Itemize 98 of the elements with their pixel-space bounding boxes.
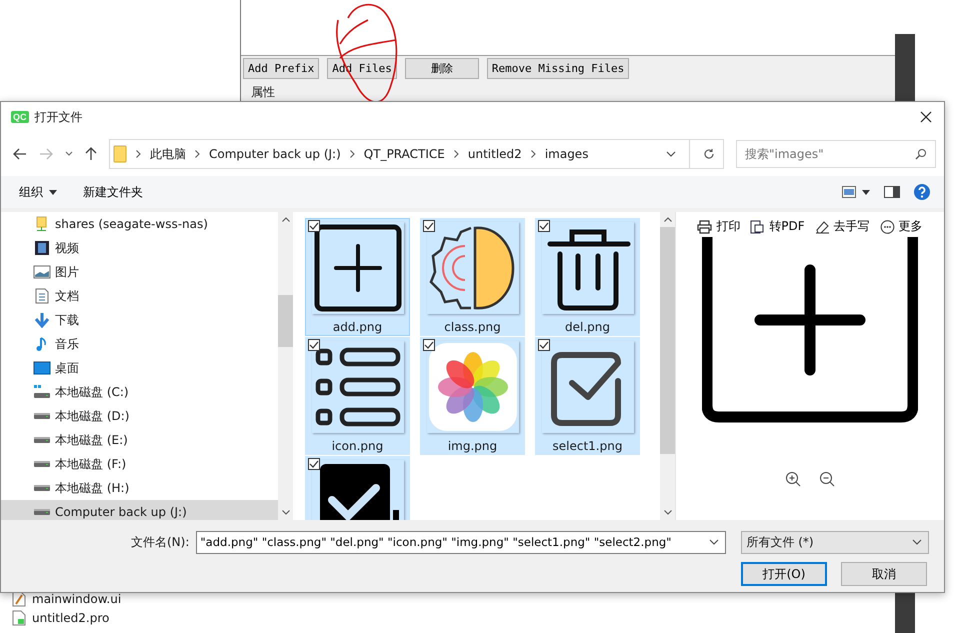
pictures-icon [33, 264, 51, 280]
nav-item[interactable]: 下载 [1, 308, 278, 332]
breadcrumb-item[interactable]: images [544, 147, 588, 161]
chevron-right-icon[interactable] [195, 150, 200, 158]
up-arrow-icon[interactable] [85, 147, 97, 161]
scrollbar-thumb[interactable] [660, 227, 675, 454]
chevron-down-icon[interactable] [666, 151, 676, 157]
nav-item[interactable]: 音乐 [1, 332, 278, 356]
checkbox[interactable] [423, 339, 435, 351]
chevron-right-icon[interactable] [530, 150, 536, 158]
scroll-up-icon[interactable] [664, 217, 672, 222]
file-icon [12, 610, 26, 626]
checkbox[interactable] [423, 220, 435, 232]
plus-box-icon [312, 222, 404, 314]
system-drive-icon [33, 384, 51, 400]
drive-icon [33, 460, 51, 468]
downloads-icon [33, 312, 51, 328]
preview-tool-button[interactable]: 更多 [880, 218, 923, 235]
dialog-button[interactable]: 打开(O) [741, 562, 827, 586]
nav-item[interactable]: Computer back up (J:) [1, 500, 278, 520]
file-name[interactable]: mainwindow.ui [32, 592, 122, 606]
file-tile[interactable]: class.png [420, 218, 525, 336]
nav-item[interactable]: 本地磁盘 (C:) [1, 380, 278, 404]
scroll-up-icon[interactable] [282, 217, 290, 222]
flower-icon [426, 341, 518, 433]
file-tile[interactable]: del.png [535, 218, 640, 336]
file-name[interactable]: untitled2.pro [32, 611, 110, 625]
view-icon[interactable] [842, 186, 856, 198]
refresh-icon[interactable] [703, 148, 715, 160]
toolbar-button[interactable]: Add Prefix [243, 58, 320, 79]
file-tile[interactable]: img.png [420, 337, 525, 455]
dropdown-arrow-icon [49, 190, 57, 194]
window-title: 打开文件 [34, 108, 84, 126]
drive-icon [33, 412, 51, 420]
file-tile[interactable]: add.png [305, 218, 410, 336]
chevron-down-icon [912, 539, 922, 545]
breadcrumb-item[interactable]: 此电脑 [150, 146, 186, 162]
drive-icon [33, 436, 51, 444]
chevron-right-icon[interactable] [350, 150, 355, 158]
file-tile[interactable]: icon.png [305, 337, 410, 455]
group-label: 属性 [251, 84, 275, 101]
close-icon[interactable] [920, 111, 932, 123]
preview-pane-icon[interactable] [884, 186, 900, 198]
nav-item[interactable]: 文档 [1, 284, 278, 308]
nav-item[interactable]: 图片 [1, 260, 278, 284]
chevron-right-icon[interactable] [454, 150, 459, 158]
eraser-icon [814, 220, 830, 234]
search-field[interactable]: 搜索"images" [736, 140, 936, 168]
printer-icon [697, 220, 712, 234]
app-logo: QC [11, 111, 28, 123]
toolbar-button[interactable]: 删除 [404, 58, 479, 79]
dropdown-arrow-icon[interactable] [862, 190, 870, 194]
search-icon[interactable] [915, 148, 927, 160]
nav-item[interactable]: 本地磁盘 (F:) [1, 452, 278, 476]
scroll-down-icon[interactable] [664, 510, 672, 515]
preview-tool-button[interactable]: 去手写 [814, 218, 870, 235]
checkbox[interactable] [538, 339, 550, 351]
back-arrow-icon[interactable] [13, 148, 27, 160]
dialog-button[interactable]: 取消 [841, 562, 927, 586]
checkbox[interactable] [308, 458, 320, 470]
nav-item[interactable]: 本地磁盘 (H:) [1, 476, 278, 500]
folder-icon [113, 145, 127, 163]
more-icon [880, 220, 895, 234]
toolbar-button[interactable]: 新建文件夹 [77, 184, 149, 200]
drive-icon [33, 484, 51, 492]
zoom-in-icon[interactable] [785, 471, 801, 487]
breadcrumb-item[interactable]: Computer back up (J:) [209, 147, 341, 161]
checkbox[interactable] [308, 339, 320, 351]
scroll-down-icon[interactable] [282, 510, 290, 515]
nav-item[interactable]: 本地磁盘 (D:) [1, 404, 278, 428]
nav-item[interactable]: shares (seagate-wss-nas) [1, 212, 278, 236]
file-tile[interactable]: select1.png [535, 337, 640, 455]
documents-icon [33, 288, 51, 304]
preview-tool-button[interactable]: 打印 [697, 218, 740, 235]
file-name-label: 文件名(N): [131, 534, 190, 550]
zoom-out-icon[interactable] [819, 471, 835, 487]
nav-item[interactable]: 桌面 [1, 356, 278, 380]
drive-icon [33, 508, 51, 516]
videos-icon [33, 240, 51, 256]
document-convert-icon [750, 220, 766, 234]
scrollbar-thumb[interactable] [278, 295, 293, 347]
preview-tool-button[interactable]: 转PDF [750, 218, 805, 235]
checkbox[interactable] [538, 220, 550, 232]
breadcrumb-item[interactable]: untitled2 [468, 147, 522, 161]
file-type-dropdown[interactable]: 所有文件 (*) [741, 530, 930, 554]
nav-item[interactable]: 本地磁盘 (E:) [1, 428, 278, 452]
address-bar[interactable]: 此电脑 Computer back up (J:) QT_PRACTICE untitled2 images [109, 139, 724, 169]
desktop-icon [33, 360, 51, 376]
checkbox[interactable] [308, 220, 320, 232]
nav-item[interactable]: 视频 [1, 236, 278, 260]
toolbar-button[interactable]: Remove Missing Files [486, 58, 630, 79]
file-name-field[interactable]: "add.png" "class.png" "del.png" "icon.png" "img.png" "select1.png" "select2.png" [196, 530, 726, 554]
chevron-right-icon[interactable] [136, 150, 141, 158]
chevron-down-icon[interactable] [709, 539, 720, 545]
chevron-down-icon[interactable] [65, 151, 73, 157]
breadcrumb-item[interactable]: QT_PRACTICE [364, 147, 445, 161]
help-icon[interactable] [914, 184, 930, 200]
toolbar-button[interactable]: 组织 [13, 184, 63, 200]
